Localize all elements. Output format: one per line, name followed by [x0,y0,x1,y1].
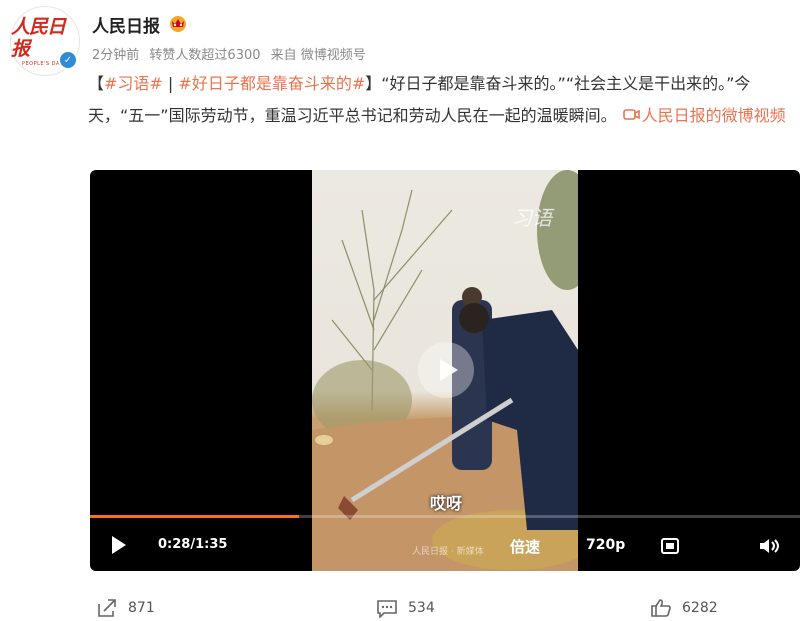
crown-vip-icon[interactable] [168,14,188,32]
share-icon [98,599,116,617]
tag-separator: | [162,74,179,93]
video-subtitle: 哎呀 [430,494,463,513]
like-count: 6282 [682,600,718,616]
bracket-close: 】 [365,74,382,93]
play-icon[interactable] [112,536,126,554]
bracket-open: 【 [88,74,105,93]
quality-button[interactable]: 720p [586,537,625,553]
hashtag-good-days[interactable]: #好日子都是靠奋斗来的# [178,74,365,93]
hashtag-xiyu[interactable]: #习语# [104,74,163,93]
video-watermark: 人民日报 · 新媒体 [412,547,484,557]
video-player[interactable]: 习语 哎呀 人民日报 · 新媒体 0:28/1:35 倍速 720p [90,170,800,571]
video-link-icon [622,109,640,120]
thumbs-up-icon [651,599,671,617]
post-meta: 2分钟前 转赞人数超过6300 来自 微博视频号 [92,44,372,63]
video-link-text: 人民日报的微博视频 [641,106,786,125]
account-name[interactable]: 人民日报 [92,12,160,37]
share-count: 871 [128,600,155,616]
post-source: 来自 微博视频号 [270,48,366,63]
video-time: 0:28/1:35 [158,537,228,552]
center-play-icon [439,359,458,381]
center-play-button[interactable] [418,342,474,398]
volume-icon[interactable] [758,537,782,555]
post-time[interactable]: 2分钟前 [92,48,139,63]
progress-bar[interactable] [90,515,800,518]
video-link[interactable]: 人民日报的微博视频 [617,106,786,125]
comment-action[interactable]: 534 [376,598,435,618]
comment-icon [377,600,397,618]
video-watermark-top: 习语 [512,206,552,230]
post-content: 【#习语# | #好日子都是靠奋斗来的#】“好日子都是靠奋斗来的。”“社会主义是… [88,68,794,132]
comment-count: 534 [408,600,435,616]
progress-fill [90,515,300,518]
speed-button[interactable]: 倍速 [510,536,540,557]
fullscreen-icon[interactable] [660,537,680,555]
repost-count: 转赞人数超过6300 [149,48,261,63]
share-action[interactable]: 871 [96,598,155,618]
like-action[interactable]: 6282 [650,598,718,618]
verified-badge-icon: ✓ [58,50,78,70]
